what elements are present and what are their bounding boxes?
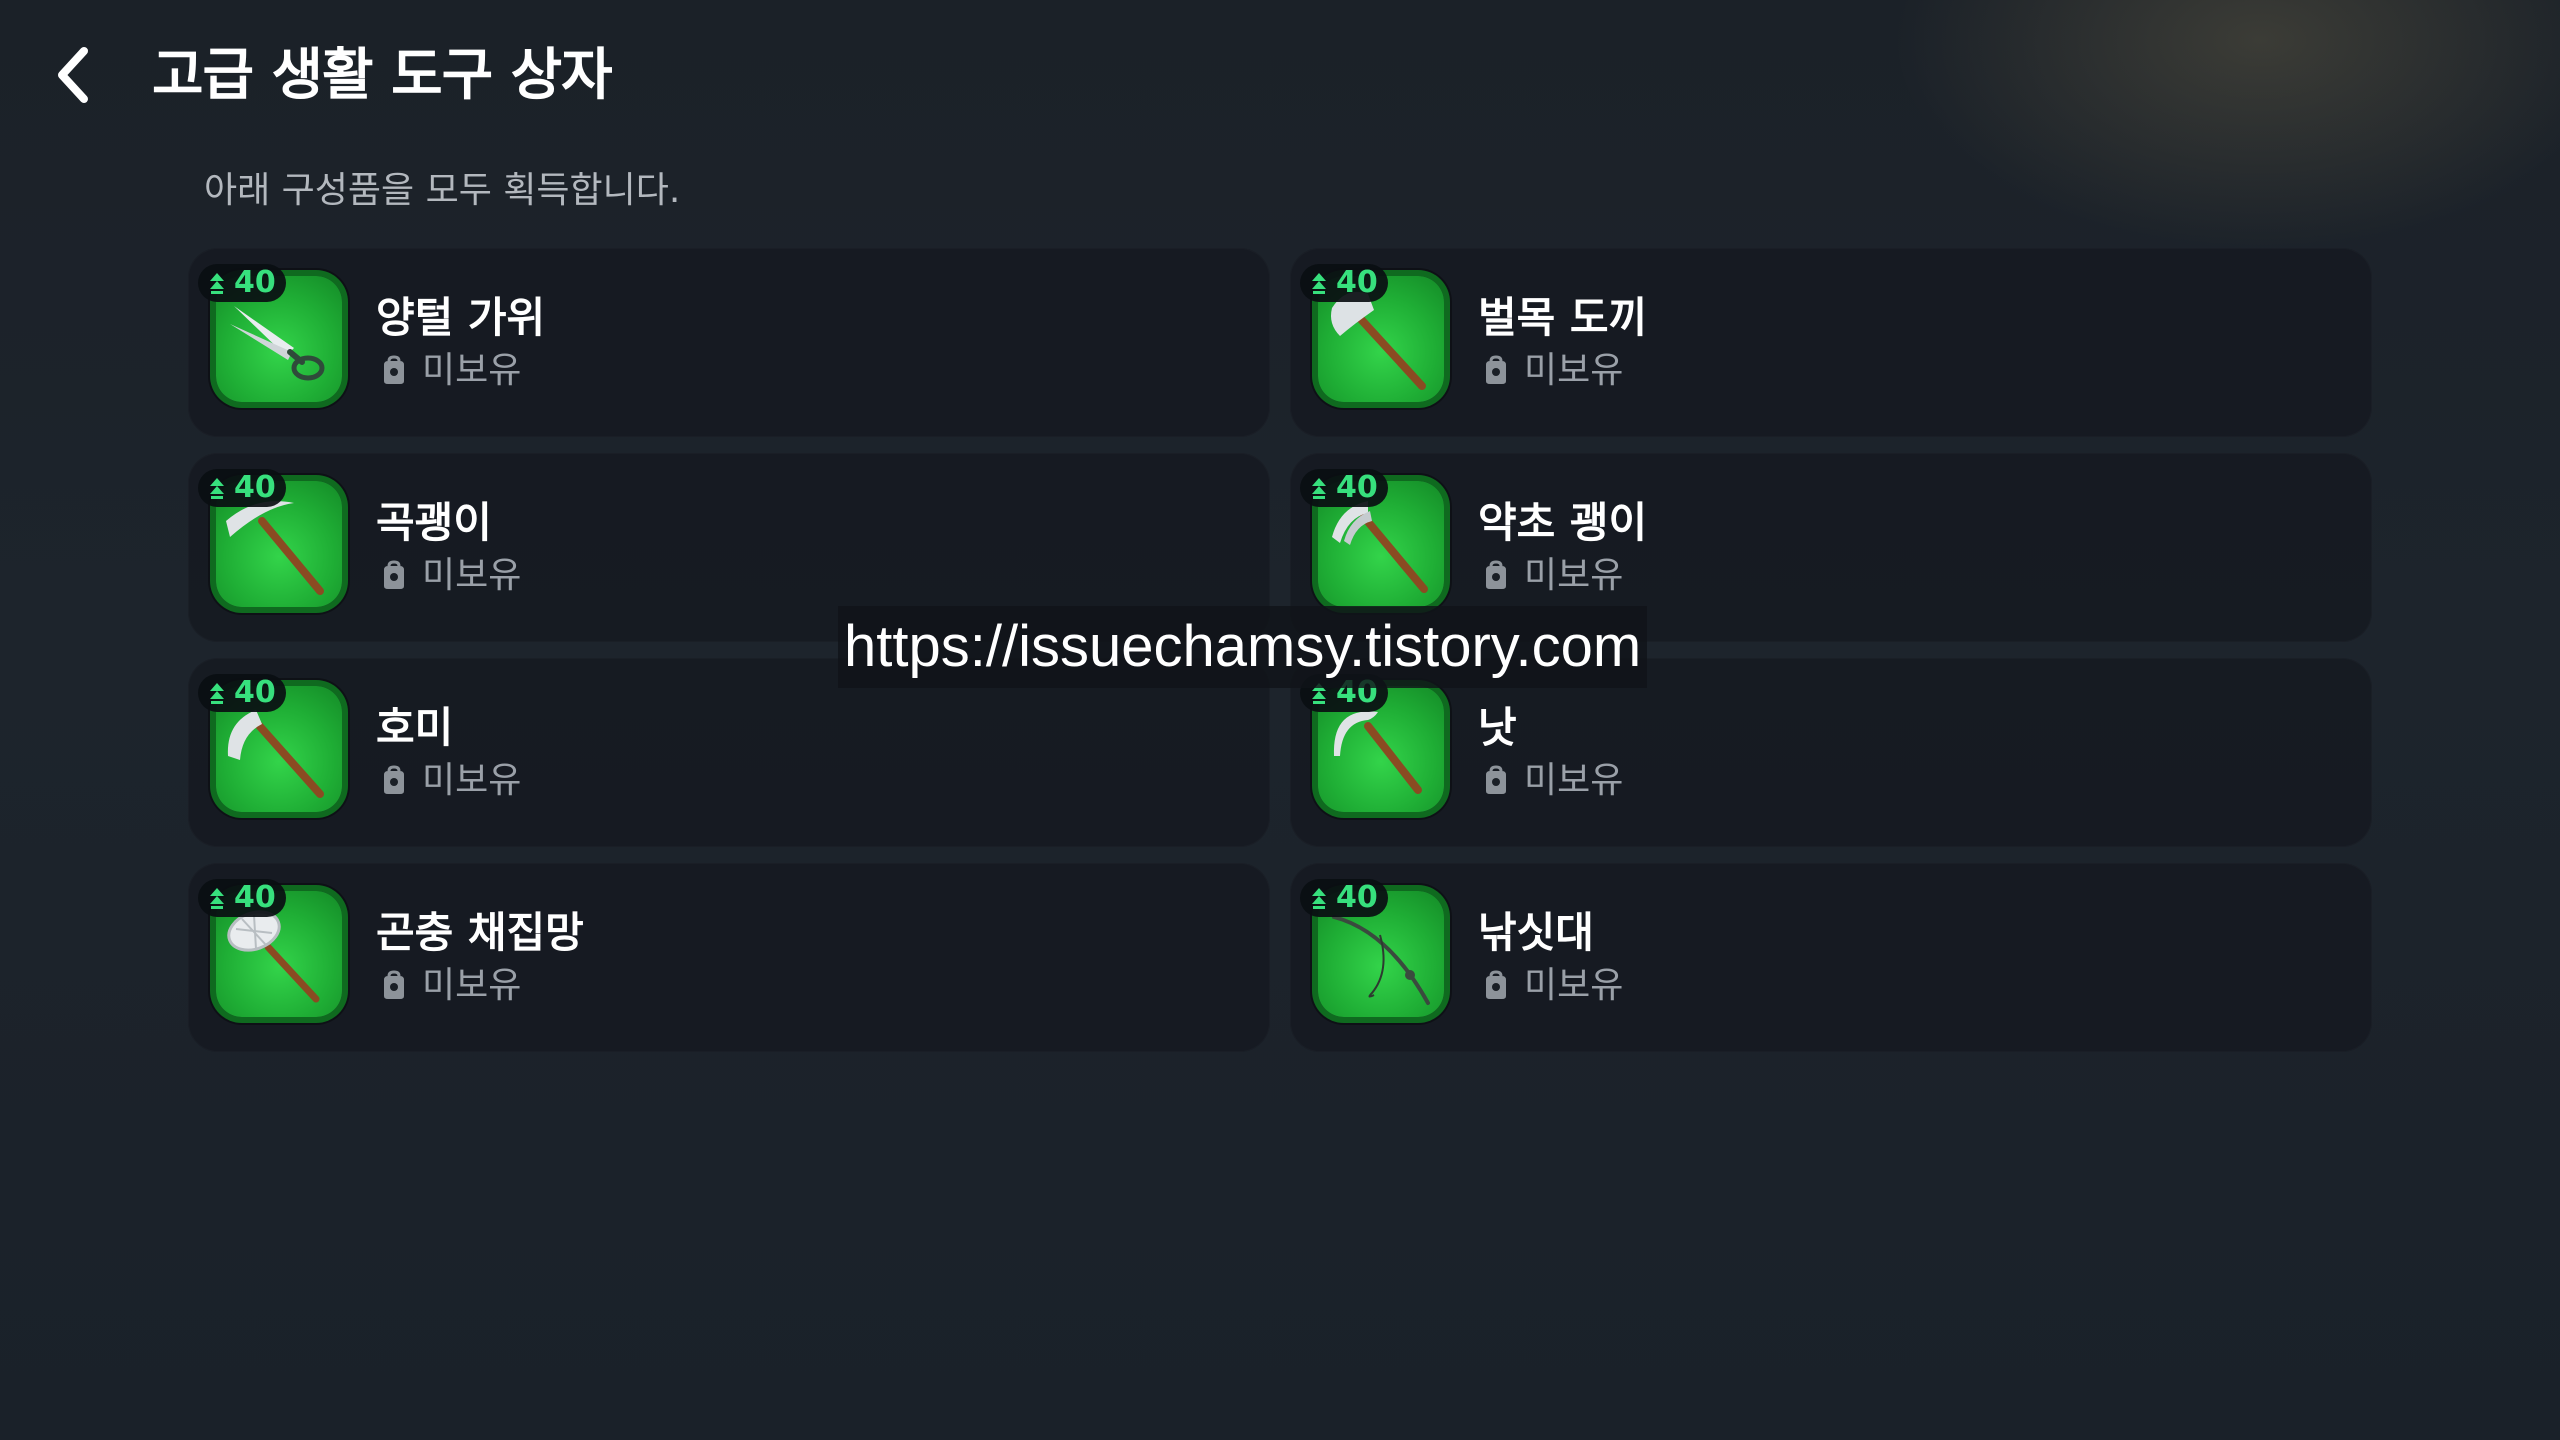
item-status: 미보유 <box>376 346 521 396</box>
status-text: 미보유 <box>1524 555 1624 596</box>
item-name: 약초 괭이 <box>1478 498 1648 547</box>
level-badge: 40 <box>1300 879 1388 917</box>
status-text: 미보유 <box>422 965 522 1006</box>
level-up-icon <box>206 680 228 706</box>
status-text: 미보유 <box>422 350 522 391</box>
level-text: 40 <box>1336 470 1378 505</box>
status-text: 미보유 <box>1524 760 1624 801</box>
level-badge: 40 <box>198 469 286 507</box>
level-text: 40 <box>234 265 276 300</box>
status-text: 미보유 <box>1524 965 1624 1006</box>
item-name: 곡괭이 <box>376 498 492 547</box>
item-card[interactable]: 40 양털 가위 미보유 <box>188 248 1270 437</box>
item-card[interactable]: 40 낚싯대 미보유 <box>1290 863 2372 1052</box>
level-up-icon <box>1308 885 1330 911</box>
item-status: 미보유 <box>1478 756 1623 806</box>
bag-icon <box>1478 968 1514 1004</box>
item-name: 양털 가위 <box>376 293 546 342</box>
level-up-icon <box>206 885 228 911</box>
level-badge: 40 <box>198 264 286 302</box>
level-badge: 40 <box>198 674 286 712</box>
item-name: 낫 <box>1478 703 1517 752</box>
level-badge: 40 <box>1300 264 1388 302</box>
page-title: 고급 생활 도구 상자 <box>152 43 613 108</box>
item-status: 미보유 <box>376 961 521 1011</box>
bag-icon <box>1478 558 1514 594</box>
chevron-left-icon <box>58 47 88 103</box>
header: 고급 생활 도구 상자 <box>0 0 2560 160</box>
item-status: 미보유 <box>376 551 521 601</box>
item-name: 낚싯대 <box>1478 908 1594 957</box>
item-name: 호미 <box>376 703 454 752</box>
level-badge: 40 <box>1300 469 1388 507</box>
item-card[interactable]: 40 곤충 채집망 미보유 <box>188 863 1270 1052</box>
level-text: 40 <box>234 470 276 505</box>
level-up-icon <box>1308 475 1330 501</box>
item-status: 미보유 <box>1478 346 1623 396</box>
item-name: 곤충 채집망 <box>376 908 584 957</box>
bag-icon <box>376 968 412 1004</box>
item-status: 미보유 <box>376 756 521 806</box>
bag-icon <box>1478 353 1514 389</box>
watermark-url: https://issuechamsy.tistory.com <box>838 606 1648 688</box>
subtitle: 아래 구성품을 모두 획득합니다. <box>204 170 681 211</box>
item-status: 미보유 <box>1478 961 1623 1011</box>
item-card[interactable]: 40 벌목 도끼 미보유 <box>1290 248 2372 437</box>
back-button[interactable] <box>46 40 102 110</box>
status-text: 미보유 <box>1524 350 1624 391</box>
level-text: 40 <box>1336 265 1378 300</box>
item-name: 벌목 도끼 <box>1478 293 1648 342</box>
level-up-icon <box>206 270 228 296</box>
bag-icon <box>376 353 412 389</box>
bag-icon <box>1478 763 1514 799</box>
level-up-icon <box>206 475 228 501</box>
level-up-icon <box>1308 270 1330 296</box>
level-text: 40 <box>234 880 276 915</box>
level-text: 40 <box>234 675 276 710</box>
level-text: 40 <box>1336 880 1378 915</box>
bag-icon <box>376 558 412 594</box>
item-status: 미보유 <box>1478 551 1623 601</box>
level-badge: 40 <box>198 879 286 917</box>
status-text: 미보유 <box>422 760 522 801</box>
bag-icon <box>376 763 412 799</box>
status-text: 미보유 <box>422 555 522 596</box>
